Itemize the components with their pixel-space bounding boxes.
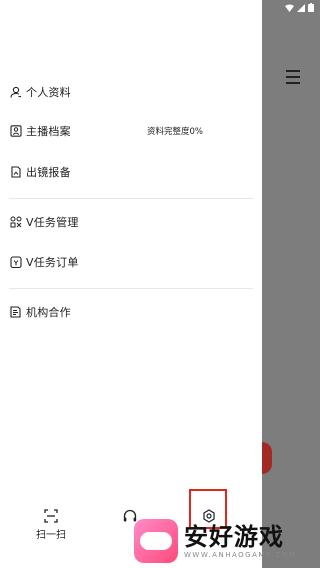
side-drawer: 个人资料 主播档案 资料完整度0% 出镜报备 V任务管理 V任务订单 机构合作	[0, 0, 262, 568]
status-bar	[285, 3, 314, 12]
list-document-icon	[9, 306, 22, 319]
menu-item-anchor-profile[interactable]: 主播档案	[9, 120, 71, 142]
wifi-icon	[285, 4, 294, 12]
profile-completion-text: 资料完整度0%	[147, 127, 203, 137]
floating-button[interactable]	[262, 442, 272, 474]
menu-item-v-task-management[interactable]: V任务管理	[9, 211, 79, 233]
menu-item-appearance-report[interactable]: 出镜报备	[9, 161, 71, 183]
order-icon	[9, 256, 22, 269]
menu-item-institution-cooperation[interactable]: 机构合作	[9, 301, 71, 323]
signal-icon	[297, 3, 305, 12]
watermark-url: WWW.ANHAOGAME.COM	[184, 550, 297, 559]
menu-item-personal-info[interactable]: 个人资料	[9, 81, 71, 103]
gamepad-logo-icon	[134, 519, 178, 563]
user-icon	[9, 86, 22, 99]
profile-card-icon	[9, 125, 22, 138]
apps-icon	[9, 216, 22, 229]
watermark-title: 安好游戏	[184, 522, 284, 551]
scan-button[interactable]: 扫一扫	[36, 508, 66, 541]
background-overlay[interactable]	[262, 0, 320, 568]
scan-icon	[44, 509, 58, 523]
menu-icon[interactable]	[286, 70, 300, 84]
divider	[9, 198, 253, 199]
document-icon	[9, 166, 22, 179]
divider	[9, 288, 253, 289]
menu-item-v-task-orders[interactable]: V任务订单	[9, 251, 79, 273]
battery-icon	[308, 3, 314, 12]
watermark: 安好游戏 WWW.ANHAOGAME.COM	[134, 519, 297, 563]
